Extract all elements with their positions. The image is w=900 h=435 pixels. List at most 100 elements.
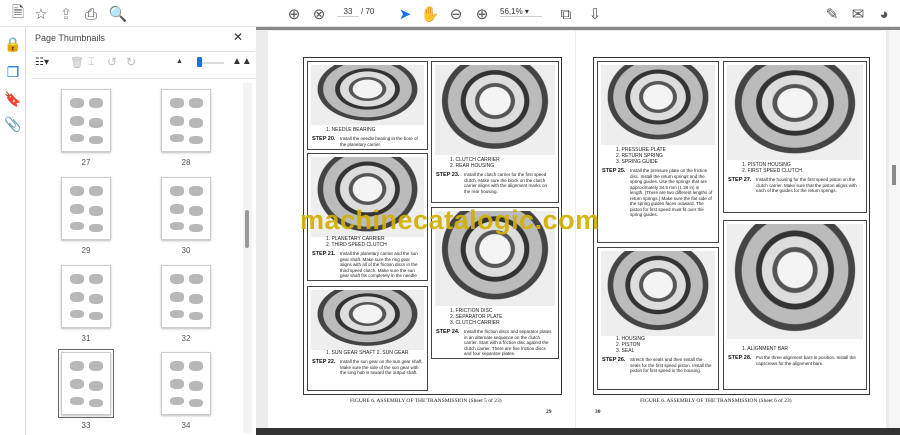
thumbnail-label: 27 [81,158,91,167]
step-number: STEP 20. [312,136,336,142]
thumbnail-label: 33 [81,421,91,430]
document-scrollbar[interactable] [889,30,900,428]
step-number: STEP 23. [436,172,460,178]
panel-title: Page Thumbnails [35,33,105,43]
hand-tool-icon[interactable]: ✋ [420,4,440,24]
part-labels: 1. HOUSING 2. PISTON 3. SEAL [616,336,645,354]
upload-cloud-icon[interactable]: ⇪ [56,4,76,24]
part-labels: 1. SUN GEAR SHAFT 2. SUN GEAR [326,350,409,356]
email-icon[interactable]: ✉ [848,4,868,24]
part-labels: 1. NEEDLE BEARING [326,127,376,133]
thumbnail-page-34[interactable] [161,352,211,415]
assembly-photo [727,65,863,160]
slider-handle[interactable] [197,57,202,67]
sign-icon[interactable]: ✎ [822,4,842,24]
search-icon[interactable]: 🔍 [108,4,128,24]
step-panel: 1. CLUTCH CARRIER 2. REAR HOUSING STEP 23… [431,61,559,203]
step-number: STEP 21. [312,251,336,257]
page-number: 29 [546,409,552,415]
bookmark-icon[interactable]: 🔖 [4,90,22,108]
page-total: / 70 [361,7,375,16]
thumbnail-page-30[interactable] [161,177,211,240]
page-number: 30 [595,409,601,415]
step-number: STEP 24. [436,329,460,335]
part-labels: 1. PISTON HOUSING 2. FIRST SPEED CLUTCH [742,162,802,174]
assembly-photo [727,224,863,339]
assembly-photo [435,65,555,155]
bottom-bar [256,428,900,435]
step-text: Install the sun gear on the sun gear sha… [340,359,423,375]
part-labels: 1. PRESSURE PLATE 2. RETURN SPRING 3. SP… [616,147,666,165]
rotate-right-icon[interactable]: ↻ [126,55,136,69]
account-icon[interactable]: ◕ [874,4,894,24]
thumbnail-label: 30 [181,246,191,255]
page-number-input[interactable]: 33 [337,7,359,17]
thumbnail-page-27[interactable] [61,89,111,152]
insert-page-icon[interactable]: ⌶ [88,56,95,69]
thumbnail-page-29[interactable] [61,177,111,240]
save-icon[interactable]: 🗎 [8,4,28,24]
part-labels: 1. CLUTCH CARRIER 2. REAR HOUSING [450,157,500,169]
print-icon[interactable]: ⎙ [81,4,101,24]
step-text: Install the housing for the first speed … [756,177,857,193]
thumbnail-label: 32 [181,334,191,343]
divider [33,78,255,79]
small-thumbnails-icon[interactable]: ▲ [176,58,183,65]
left-rail: 🔒 ❐ 🔖 📎 [0,27,26,435]
step-panel: 1. NEEDLE BEARING STEP 20. Install the nee… [307,61,428,150]
top-divider [256,27,900,30]
zoom-dropdown[interactable]: 56,1% ▾ [500,7,542,17]
thumbnail-page-33[interactable] [58,349,114,418]
attachment-icon[interactable]: 📎 [4,115,22,133]
thumbnail-label: 34 [181,421,191,430]
star-icon[interactable]: ☆ [31,4,51,24]
step-number: STEP 22. [312,359,336,365]
step-text: Install the pressure plate on the fricti… [630,168,713,217]
step-text: Put the three alignment bars in position… [756,355,856,366]
page-layout-icon[interactable]: ⧉ [556,4,576,24]
thumbnail-page-31[interactable] [61,265,111,328]
close-panel-icon[interactable]: ✕ [233,30,243,44]
select-cursor-icon[interactable]: ➤ [395,4,415,24]
large-thumbnails-icon[interactable]: ▲▲ [232,56,252,67]
step-panel: 1. ALIGNMENT BAR STEP 28. Put the three al… [723,220,867,390]
watermark: machinecatalogic.com [300,205,600,235]
previous-page-icon[interactable]: ⊕ [284,4,304,24]
step-text: Install the needle bearing in the bore o… [340,136,418,147]
next-page-icon[interactable]: ⊗ [309,4,329,24]
step-number: STEP 27. [728,177,752,183]
lock-icon[interactable]: 🔒 [4,35,22,53]
thumbnail-page-32[interactable] [161,265,211,328]
step-panel: 1. PRESSURE PLATE 2. RETURN SPRING 3. SP… [597,61,719,243]
divider [33,51,255,52]
step-text: Install the planetary carrier and the su… [340,251,418,281]
thumbnails-panel: Page Thumbnails ✕ ☷▾ 🗑 ⌶ ↺ ↻ ▲ ▲▲ 27 28 29… [26,27,255,435]
scroll-mode-icon[interactable]: ⇩ [585,4,605,24]
step-text: Stretch the seals and then install the s… [630,357,712,373]
delete-icon[interactable]: 🗑 [70,56,84,69]
step-panel: 1. PISTON HOUSING 2. FIRST SPEED CLUTCH S… [723,61,867,213]
toolbar: 🗎 ☆ ⇪ ⎙ 🔍 ⊕ ⊗ 33 / 70 ➤ ✋ ⊖ ⊕ 56,1% ▾ ⧉ … [0,0,900,27]
panel-scrollbar-thumb[interactable] [245,210,249,248]
figure-caption: FIGURE 6. ASSEMBLY OF THE TRANSMISSION (… [350,398,502,404]
page-thumbnails-icon[interactable]: ❐ [4,63,22,81]
assembly-photo [311,290,424,350]
figure-caption: FIGURE 6. ASSEMBLY OF THE TRANSMISSION (… [640,398,792,404]
assembly-photo [311,65,424,125]
assembly-photo [601,251,715,336]
step-number: STEP 25. [602,168,626,174]
step-text: Install the friction discs and separator… [464,329,552,356]
step-number: STEP 26. [602,357,626,363]
rotate-left-icon[interactable]: ↺ [107,55,117,69]
zoom-in-icon[interactable]: ⊕ [472,4,492,24]
thumbnail-label: 28 [181,158,191,167]
thumbnail-page-28[interactable] [161,89,211,152]
options-menu-icon[interactable]: ☷▾ [35,57,49,68]
step-panel: 1. HOUSING 2. PISTON 3. SEAL STEP 26. Stre… [597,247,719,390]
document-scrollbar-thumb[interactable] [892,165,896,185]
zoom-out-icon[interactable]: ⊖ [446,4,466,24]
panel-scrollbar[interactable] [243,83,252,433]
step-text: Install the clutch carrier for the first… [464,172,548,194]
part-labels: 1. PLANETARY CARRIER 2. THIRD SPEED CLUT… [326,236,387,248]
part-labels: 1. ALIGNMENT BAR [742,346,789,352]
